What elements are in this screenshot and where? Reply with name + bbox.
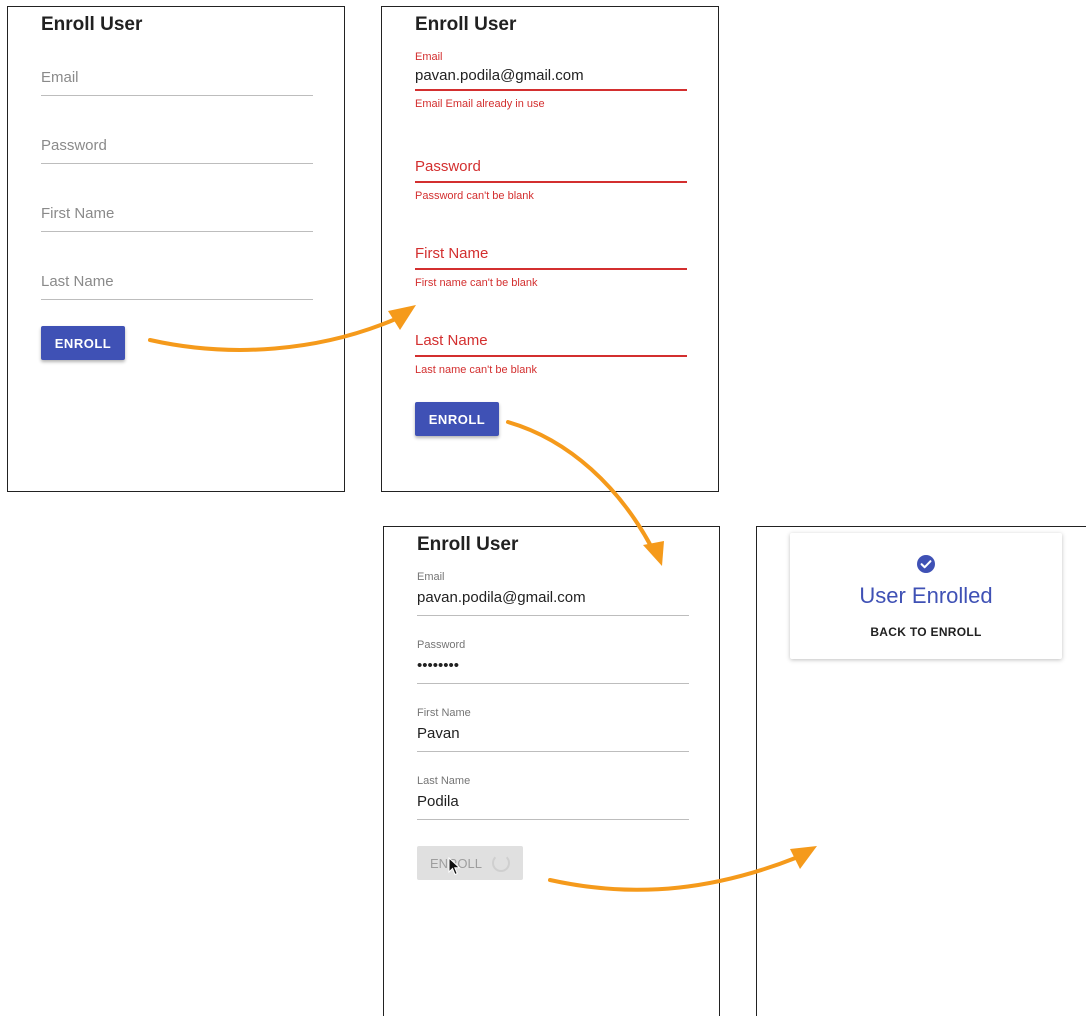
first-name-error: First name can't be blank bbox=[415, 277, 538, 289]
password-error: Password can't be blank bbox=[415, 190, 534, 202]
check-circle-icon bbox=[917, 555, 935, 573]
last-name-label: Last Name bbox=[417, 775, 471, 787]
first-name-label: First Name bbox=[417, 707, 471, 719]
last-name-field[interactable]: Last Name Last name can't be blank bbox=[415, 332, 687, 376]
email-value: pavan.podila@gmail.com bbox=[417, 589, 586, 606]
enroll-button-loading[interactable]: ENROLL bbox=[417, 846, 523, 880]
password-value: •••••••• bbox=[417, 657, 460, 674]
email-underline bbox=[415, 89, 687, 91]
first-name-value: Pavan bbox=[417, 725, 460, 742]
email-label: Email bbox=[415, 51, 443, 63]
mouse-pointer-icon bbox=[448, 857, 461, 876]
password-underline bbox=[417, 683, 689, 684]
email-field[interactable]: Email pavan.podila@gmail.com Email Email… bbox=[415, 51, 687, 110]
page-title: Enroll User bbox=[417, 534, 519, 555]
first-name-underline bbox=[417, 751, 689, 752]
password-placeholder: Password bbox=[41, 137, 107, 154]
first-name-placeholder: First Name bbox=[41, 205, 115, 222]
first-name-field[interactable]: First Name bbox=[41, 205, 313, 232]
panel-filled-form: Enroll User Email pavan.podila@gmail.com… bbox=[383, 526, 720, 1016]
first-name-placeholder: First Name bbox=[415, 245, 489, 262]
email-underline bbox=[41, 95, 313, 96]
email-field[interactable]: Email pavan.podila@gmail.com bbox=[417, 571, 689, 616]
last-name-error: Last name can't be blank bbox=[415, 364, 537, 376]
password-field[interactable]: Password bbox=[41, 137, 313, 164]
password-field[interactable]: Password Password can't be blank bbox=[415, 158, 687, 202]
password-label: Password bbox=[417, 639, 466, 651]
email-value: pavan.podila@gmail.com bbox=[415, 67, 584, 84]
last-name-value: Podila bbox=[417, 793, 459, 810]
spinner-icon bbox=[492, 854, 511, 872]
password-underline bbox=[415, 181, 687, 183]
page-title: Enroll User bbox=[41, 14, 143, 35]
first-name-underline bbox=[41, 231, 313, 232]
panel-success: User Enrolled BACK TO ENROLL bbox=[756, 526, 1086, 1016]
enroll-button[interactable]: ENROLL bbox=[415, 402, 499, 436]
success-title: User Enrolled bbox=[859, 583, 993, 608]
last-name-underline bbox=[417, 819, 689, 820]
last-name-field[interactable]: Last Name bbox=[41, 273, 313, 300]
enroll-button[interactable]: ENROLL bbox=[41, 326, 125, 360]
last-name-placeholder: Last Name bbox=[415, 332, 488, 349]
first-name-underline bbox=[415, 268, 687, 270]
last-name-field[interactable]: Last Name Podila bbox=[417, 775, 689, 820]
email-underline bbox=[417, 615, 689, 616]
panel-empty-form: Enroll User Email Password First Name La… bbox=[7, 6, 345, 492]
page-title: Enroll User bbox=[415, 14, 517, 35]
success-card: User Enrolled BACK TO ENROLL bbox=[790, 533, 1062, 659]
email-label: Email bbox=[417, 571, 445, 583]
email-placeholder: Email bbox=[41, 69, 79, 86]
back-to-enroll-button[interactable]: BACK TO ENROLL bbox=[790, 625, 1062, 639]
email-error: Email Email already in use bbox=[415, 98, 545, 110]
first-name-field[interactable]: First Name Pavan bbox=[417, 707, 689, 752]
last-name-underline bbox=[415, 355, 687, 357]
panel-validation-errors: Enroll User Email pavan.podila@gmail.com… bbox=[381, 6, 719, 492]
first-name-field[interactable]: First Name First name can't be blank bbox=[415, 245, 687, 289]
last-name-placeholder: Last Name bbox=[41, 273, 114, 290]
email-field[interactable]: Email bbox=[41, 69, 313, 96]
password-field[interactable]: Password •••••••• bbox=[417, 639, 689, 684]
password-underline bbox=[41, 163, 313, 164]
password-placeholder: Password bbox=[415, 158, 481, 175]
last-name-underline bbox=[41, 299, 313, 300]
